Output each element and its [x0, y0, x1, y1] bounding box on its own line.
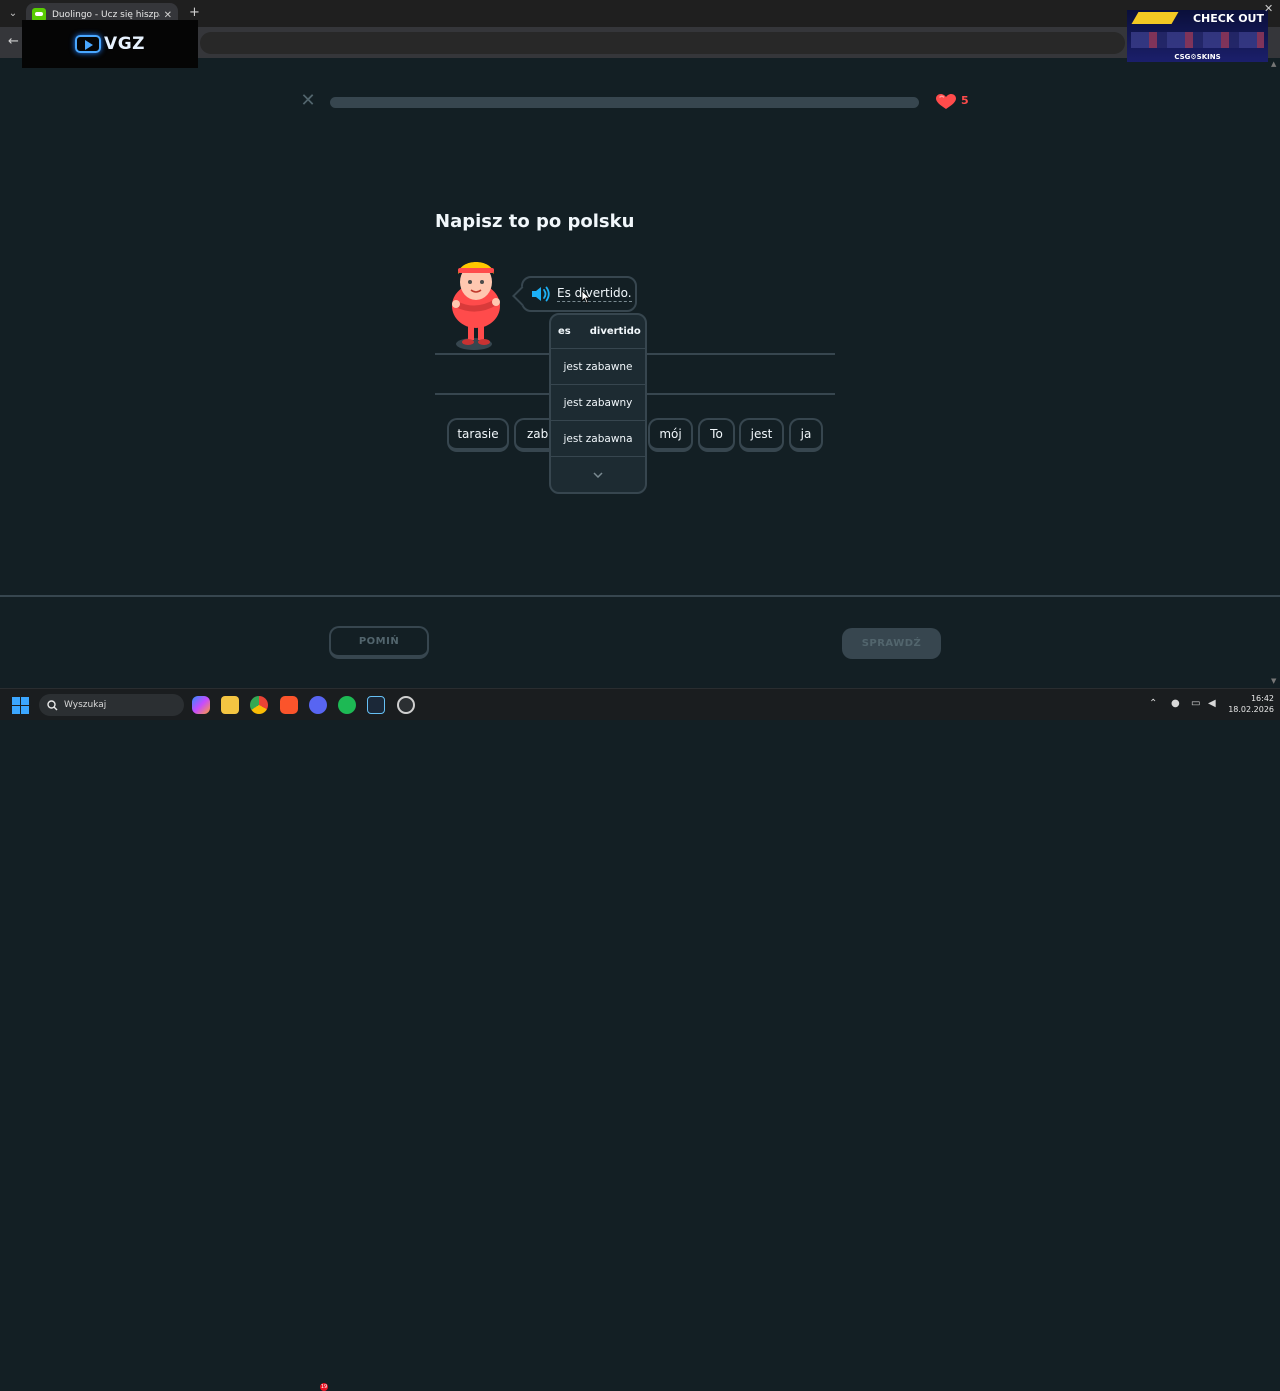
tray-overflow-icon[interactable]: ⌃: [1149, 698, 1157, 709]
hint-header-word: divertido: [589, 326, 641, 337]
copilot-icon[interactable]: [192, 696, 210, 714]
windows-taskbar: Wyszukaj 19 ⌃ ● ▭ ◀ 16:42 18.02.2026: [0, 688, 1280, 1391]
clock-time: 16:42: [1250, 694, 1274, 703]
play-logo-icon: [75, 35, 102, 53]
hint-option: jest zabawna: [551, 421, 645, 457]
tab-title: Duolingo - Ucz się hiszpańskiego: [52, 10, 160, 20]
speaker-icon[interactable]: [531, 286, 551, 302]
check-button[interactable]: SPRAWDŹ: [842, 628, 941, 659]
footer-divider: [0, 595, 1280, 597]
word-tile[interactable]: tarasie: [447, 418, 509, 452]
search-placeholder: Wyszukaj: [64, 700, 107, 710]
clock-date: 18.02.2026: [1228, 705, 1274, 714]
mouse-cursor-icon: [581, 290, 591, 304]
duo-character-icon: [452, 262, 500, 350]
discord-icon[interactable]: [309, 696, 327, 714]
vgz-logo-text: VGZ: [104, 34, 145, 54]
word-tile[interactable]: mój: [648, 418, 693, 452]
hint-dropdown: es divertido jest zabawne jest zabawny j…: [549, 313, 647, 494]
file-explorer-icon[interactable]: [221, 696, 239, 714]
heart-icon: [936, 94, 956, 109]
word-tile[interactable]: To: [698, 418, 735, 452]
ad-headline: CHECK OUT: [1192, 12, 1264, 25]
windows-start-icon[interactable]: [12, 697, 29, 714]
tab-close-icon[interactable]: ✕: [164, 10, 172, 21]
back-button[interactable]: ←: [8, 34, 19, 49]
tab-list-button[interactable]: ⌄: [5, 6, 21, 22]
obs-icon[interactable]: [397, 696, 415, 714]
csgo-skins-ad: CHECK OUT CSG⚙SKINS: [1127, 10, 1268, 62]
hint-option: jest zabawne: [551, 349, 645, 385]
hint-more-button[interactable]: [551, 457, 645, 492]
word-tile[interactable]: ja: [789, 418, 823, 452]
steam-icon[interactable]: [367, 696, 385, 714]
spotify-icon[interactable]: [338, 696, 356, 714]
search-icon: [47, 699, 58, 710]
lesson-progress-bar: [330, 97, 919, 108]
ad-stripe: [1131, 12, 1179, 24]
brave-icon[interactable]: [280, 696, 298, 714]
volume-icon[interactable]: ◀: [1208, 698, 1216, 709]
scroll-down-icon[interactable]: ▼: [1271, 677, 1276, 685]
challenge-title: Napisz to po polsku: [435, 211, 635, 232]
word-tile[interactable]: jest: [739, 418, 784, 452]
taskbar-clock[interactable]: 16:42 18.02.2026: [1224, 693, 1274, 715]
chrome-icon[interactable]: [250, 696, 268, 714]
microphone-icon[interactable]: ●: [1171, 698, 1180, 709]
hearts-count: 5: [961, 94, 969, 107]
window-close-icon[interactable]: ✕: [1264, 2, 1273, 15]
hint-header: es divertido: [551, 315, 645, 349]
network-icon[interactable]: ▭: [1191, 698, 1200, 709]
ad-brand: CSG⚙SKINS: [1174, 53, 1221, 61]
address-bar[interactable]: [200, 32, 1125, 54]
prompt-sentence[interactable]: Es divertido.: [557, 286, 632, 302]
chevron-down-icon: [593, 471, 603, 478]
close-lesson-button[interactable]: ✕: [298, 91, 318, 111]
vgz-logo-overlay: VGZ: [22, 20, 198, 68]
speech-bubble: Es divertido.: [521, 276, 637, 312]
scroll-up-icon[interactable]: ▲: [1271, 60, 1276, 68]
new-tab-button[interactable]: +: [189, 5, 200, 20]
skip-button[interactable]: POMIŃ: [329, 626, 429, 659]
taskbar-search-input[interactable]: Wyszukaj: [39, 694, 184, 716]
ad-items-strip: [1131, 32, 1264, 48]
hint-header-word: es: [558, 326, 571, 337]
hint-option: jest zabawny: [551, 385, 645, 421]
discord-badge: 19: [320, 1383, 328, 1391]
